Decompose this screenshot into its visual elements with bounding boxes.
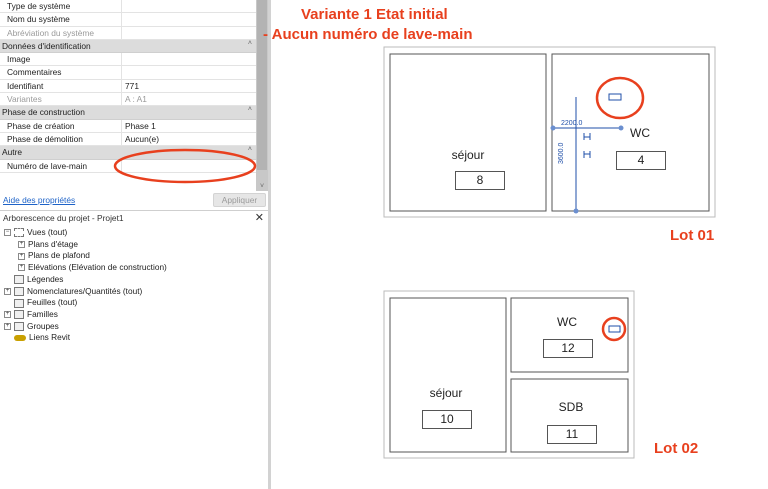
lot01-label: Lot 01 — [670, 227, 715, 244]
group-icon — [14, 321, 24, 331]
tree-item-sheets[interactable]: Feuilles (tout) — [14, 297, 77, 309]
expand-icon[interactable]: + — [18, 264, 25, 272]
prop-row-system-name[interactable]: Nom du système — [0, 13, 256, 27]
tree-item-families[interactable]: + Familles — [4, 309, 58, 321]
collapse-icon[interactable]: ˄ — [248, 40, 252, 50]
prop-group-identification[interactable]: Données d'identification ˄ — [0, 39, 256, 54]
properties-panel: Type de système Nom du système Abréviati… — [0, 0, 268, 209]
collapse-icon[interactable]: − — [4, 229, 11, 237]
sheet-icon — [14, 298, 24, 308]
project-browser: Arborescence du projet - Projet1 ✕ − Vue… — [0, 210, 268, 489]
legend-icon — [14, 275, 24, 285]
prop-row-system-type[interactable]: Type de système — [0, 0, 256, 14]
handbasin-number-input[interactable] — [122, 160, 256, 172]
room-name-sejour: séjour — [451, 148, 485, 162]
tree-item-legends[interactable]: Légendes — [14, 274, 63, 286]
dimension-ticks — [583, 133, 591, 158]
prop-row-comments[interactable]: Commentaires — [0, 66, 256, 80]
tree-item-schedules[interactable]: + Nomenclatures/Quantités (tout) — [4, 286, 142, 298]
room-number-tag[interactable]: 12 — [543, 339, 593, 358]
prop-group-other[interactable]: Autre ˄ — [0, 146, 256, 160]
link-icon — [14, 335, 26, 342]
expand-icon[interactable]: + — [4, 311, 11, 319]
schedule-icon — [14, 286, 24, 296]
prop-row-phase-demolished[interactable]: Phase de démolition Aucun(e) — [0, 132, 256, 147]
prop-row-image[interactable]: Image — [0, 53, 256, 67]
dimension-text-vertical[interactable]: 3600.0 — [558, 143, 565, 164]
expand-icon[interactable]: + — [4, 287, 11, 295]
expand-icon[interactable]: + — [4, 322, 11, 330]
prop-row-handbasin-number[interactable]: Numéro de lave-main — [0, 159, 256, 173]
views-icon — [14, 228, 24, 238]
handbasin-icon[interactable] — [608, 93, 622, 101]
room-name-wc: WC — [630, 126, 650, 140]
close-icon[interactable]: ✕ — [255, 211, 264, 225]
apply-button[interactable]: Appliquer — [213, 193, 266, 207]
prop-row-phase-created[interactable]: Phase de création Phase 1 — [0, 119, 256, 133]
lot02-wc-room[interactable] — [510, 297, 629, 373]
highlight-circle-handbasin — [601, 316, 627, 342]
prop-row-system-abbr: Abréviation du système — [0, 26, 256, 40]
expand-icon[interactable]: + — [18, 252, 25, 260]
room-number-tag[interactable]: 10 — [422, 410, 472, 429]
lot01-outer-wall — [383, 46, 716, 218]
tree-item-elevations[interactable]: + Elévations (Elévation de construction) — [18, 262, 167, 274]
room-number-tag[interactable]: 8 — [455, 171, 505, 190]
expand-icon[interactable]: + — [18, 241, 25, 249]
room-number-tag[interactable]: 4 — [616, 151, 666, 170]
dimension-text-horizontal[interactable]: 2200.0 — [561, 120, 582, 127]
highlight-circle-handbasin — [595, 76, 645, 120]
dimension-grip[interactable] — [550, 125, 556, 131]
plan-drawing — [383, 46, 716, 459]
tree-item-revit-links[interactable]: Liens Revit — [14, 332, 70, 344]
tree-item-groups[interactable]: + Groupes — [4, 321, 59, 333]
prop-row-identifier[interactable]: Identifiant 771 — [0, 79, 256, 94]
chevron-down-icon[interactable]: ˅ — [257, 183, 267, 190]
properties-table: Type de système Nom du système Abréviati… — [0, 0, 256, 173]
lot02-label: Lot 02 — [654, 440, 699, 457]
project-browser-title: Arborescence du projet - Projet1 ✕ — [3, 211, 264, 225]
properties-help-link[interactable]: Aide des propriétés — [3, 195, 75, 205]
collapse-icon[interactable]: ˄ — [248, 106, 252, 116]
room-name-sejour: séjour — [429, 386, 463, 400]
dimension-grip[interactable] — [573, 208, 579, 214]
tree-item-views[interactable]: − Vues (tout) — [4, 227, 67, 239]
drawing-canvas[interactable]: Variante 1 Etat initial - Aucun numéro d… — [263, 0, 768, 489]
room-name-sdb: SDB — [558, 400, 584, 414]
prop-group-construction-phase[interactable]: Phase de construction ˄ — [0, 106, 256, 120]
collapse-icon[interactable]: ˄ — [248, 146, 252, 156]
room-name-wc: WC — [557, 315, 577, 329]
prop-row-variants: Variantes A : A1 — [0, 93, 256, 107]
tree-item-ceiling-plans[interactable]: + Plans de plafond — [18, 250, 90, 262]
family-icon — [14, 310, 24, 320]
room-number-tag[interactable]: 11 — [547, 425, 597, 444]
handbasin-icon[interactable] — [608, 325, 621, 333]
tree-item-floor-plans[interactable]: + Plans d'étage — [18, 239, 78, 251]
